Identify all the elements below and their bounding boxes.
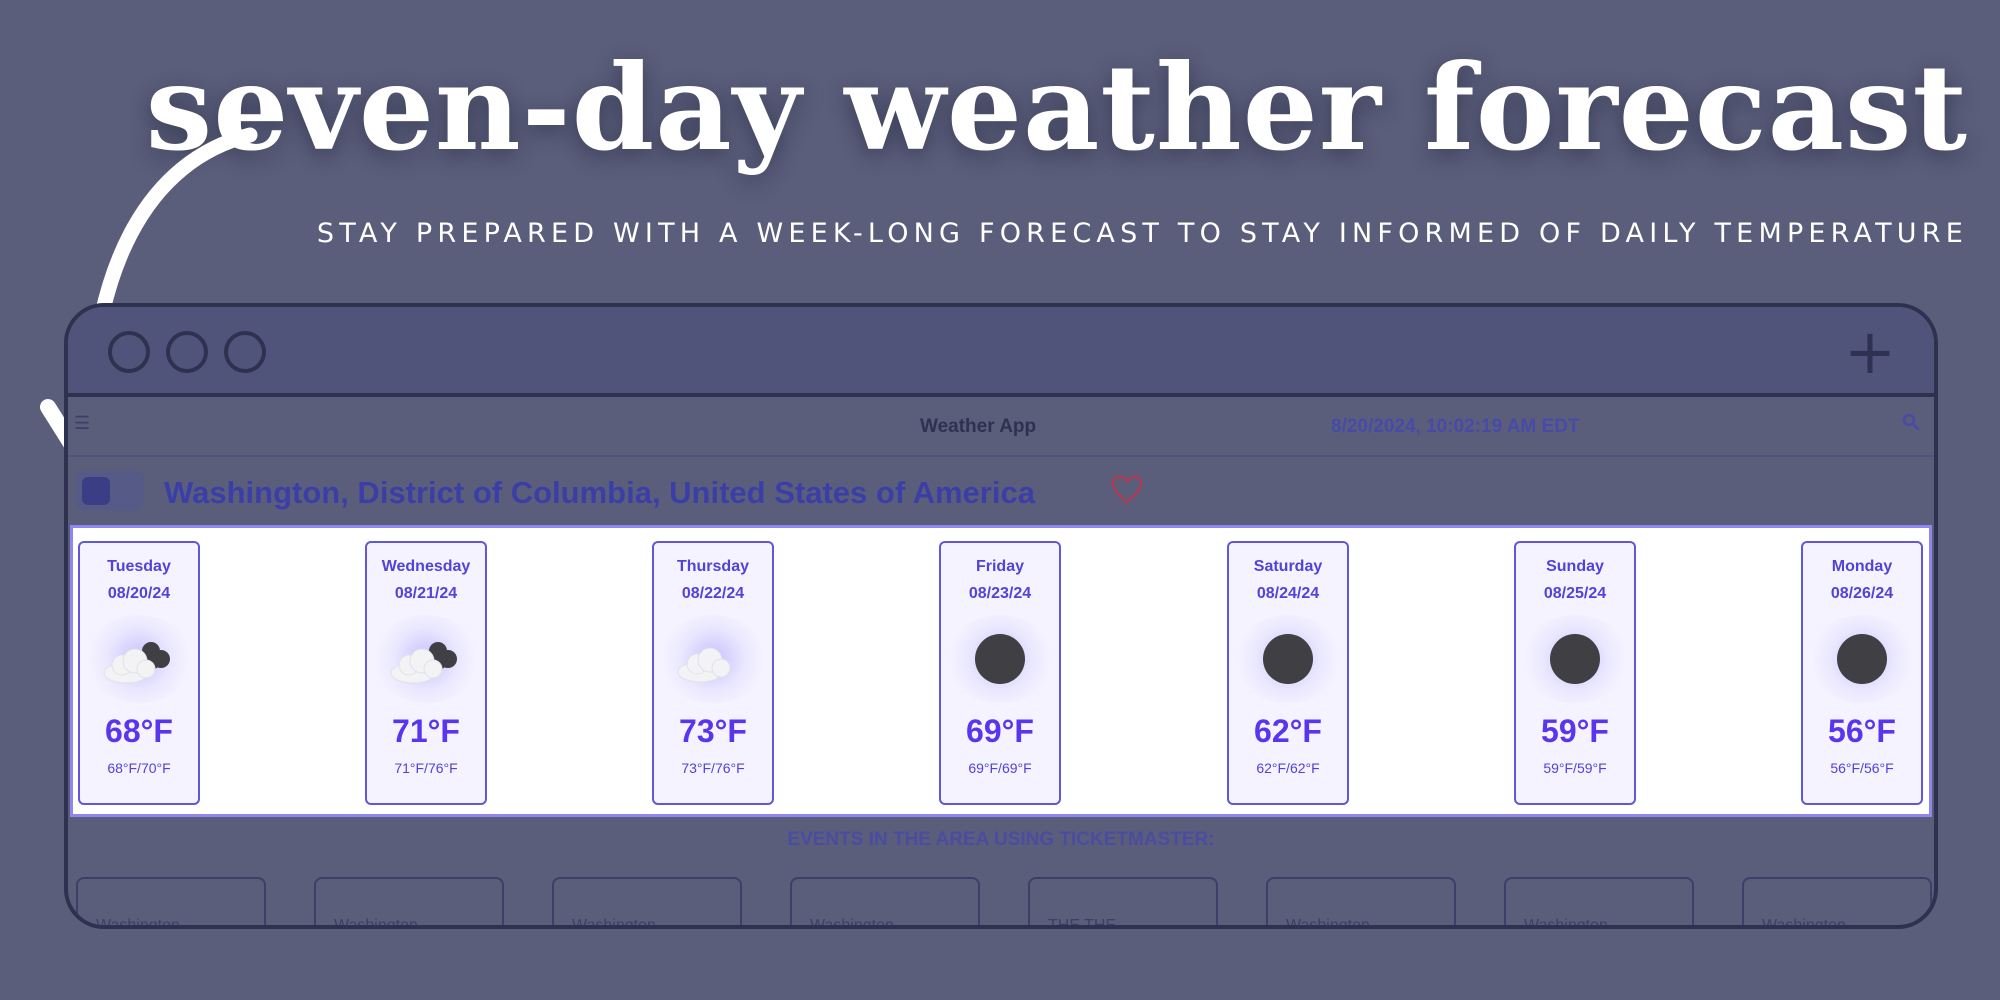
current-temperature: 73°F — [679, 713, 747, 749]
forecast-day-card[interactable]: Monday 08/26/24 56°F 56°F/56°F — [1801, 541, 1923, 805]
current-temperature: 56°F — [1828, 713, 1896, 749]
moon-icon — [1233, 615, 1343, 703]
moon-icon — [1807, 615, 1917, 703]
window-control-dot[interactable] — [224, 331, 266, 373]
forecast-day-card[interactable]: Tuesday 08/20/24 68°F 68°F/70°F — [78, 541, 200, 805]
cloud-shape — [677, 647, 731, 683]
temperature-range: 68°F/70°F — [107, 760, 171, 776]
search-icon[interactable] — [1902, 413, 1920, 431]
forecast-day-card[interactable]: Friday 08/23/24 69°F 69°F/69°F — [939, 541, 1061, 805]
headline: seven-day weather forecast — [145, 38, 1968, 177]
event-card[interactable]: Washington — [76, 877, 266, 929]
temperature-range: 71°F/76°F — [394, 760, 458, 776]
event-card[interactable]: Washington — [790, 877, 980, 929]
event-card[interactable]: Washington — [552, 877, 742, 929]
event-card-label: Washington — [1524, 917, 1608, 929]
forecast-panel: Tuesday 08/20/24 68°F 68°F/70°F Wednesda… — [70, 525, 1932, 817]
temperature-range: 73°F/76°F — [681, 760, 745, 776]
day-name: Sunday — [1546, 558, 1604, 575]
day-date: 08/26/24 — [1830, 585, 1894, 602]
forecast-day-card[interactable]: Saturday 08/24/24 62°F 62°F/62°F — [1227, 541, 1349, 805]
day-date: 08/21/24 — [394, 585, 458, 602]
browser-title-bar: + — [68, 307, 1934, 397]
forecast-day-card[interactable]: Thursday 08/22/24 73°F 73°F/76°F — [652, 541, 774, 805]
window-control-dot[interactable] — [108, 331, 150, 373]
event-card-label: Washington — [810, 917, 894, 929]
day-name: Tuesday — [107, 558, 171, 575]
moon-shape — [975, 634, 1025, 684]
day-name: Saturday — [1253, 558, 1323, 575]
temperature-range: 62°F/62°F — [1256, 760, 1320, 776]
moon-icon — [945, 615, 1055, 703]
menu-icon[interactable]: ☰ — [74, 413, 90, 434]
event-card-label: Washington — [572, 917, 656, 929]
moon-shape — [1263, 634, 1313, 684]
unit-toggle[interactable] — [76, 471, 144, 511]
current-temperature: 59°F — [1541, 713, 1609, 749]
event-card[interactable]: Washington — [314, 877, 504, 929]
day-name: Friday — [975, 558, 1024, 575]
favorite-heart-icon[interactable] — [1110, 473, 1144, 505]
toggle-knob — [82, 477, 110, 505]
day-date: 08/24/24 — [1256, 585, 1320, 602]
app-header: ☰ Weather App 8/20/2024, 10:02:19 AM EDT — [68, 397, 1934, 457]
event-card[interactable]: Washington — [1266, 877, 1456, 929]
location-name: Washington, District of Columbia, United… — [164, 475, 1035, 510]
event-card[interactable]: Washington — [1742, 877, 1932, 929]
day-date: 08/20/24 — [107, 585, 171, 602]
moon-icon — [1520, 615, 1630, 703]
cloud-shape — [103, 642, 170, 684]
event-card-label: Washington — [1762, 917, 1846, 929]
day-name: Thursday — [676, 558, 749, 575]
forecast-day-card[interactable]: Sunday 08/25/24 59°F 59°F/59°F — [1514, 541, 1636, 805]
event-card-label: THE THE — [1048, 917, 1117, 929]
partly-cloudy-night-icon — [84, 615, 194, 703]
partly-cloudy-night-icon — [371, 615, 481, 703]
current-temperature: 69°F — [966, 713, 1034, 749]
current-temperature: 62°F — [1254, 713, 1322, 749]
browser-window: + ☰ Weather App 8/20/2024, 10:02:19 AM E… — [64, 303, 1938, 929]
event-card-label: Washington — [96, 917, 180, 929]
forecast-day-card[interactable]: Wednesday 08/21/24 71°F 71°F/76°F — [365, 541, 487, 805]
day-name: Monday — [1831, 558, 1893, 575]
events-title: EVENTS IN THE AREA USING TICKETMASTER: — [787, 829, 1215, 850]
event-card-label: Washington — [1286, 917, 1370, 929]
new-tab-button[interactable]: + — [1844, 321, 1896, 383]
event-card[interactable]: Washington — [1504, 877, 1694, 929]
day-date: 08/23/24 — [968, 585, 1032, 602]
location-row: Washington, District of Columbia, United… — [68, 457, 1934, 525]
current-temperature: 71°F — [392, 713, 460, 749]
moon-shape — [1837, 634, 1887, 684]
current-temperature: 68°F — [105, 713, 173, 749]
app-title: Weather App — [920, 416, 1037, 437]
moon-shape — [1550, 634, 1600, 684]
event-card[interactable]: THE THE — [1028, 877, 1218, 929]
day-date: 08/22/24 — [681, 585, 745, 602]
cloud-icon — [658, 615, 768, 703]
current-datetime: 8/20/2024, 10:02:19 AM EDT — [1331, 416, 1580, 437]
temperature-range: 59°F/59°F — [1543, 760, 1607, 776]
temperature-range: 69°F/69°F — [968, 760, 1032, 776]
day-name: Wednesday — [381, 558, 471, 575]
window-control-dot[interactable] — [166, 331, 208, 373]
event-card-label: Washington — [334, 917, 418, 929]
day-date: 08/25/24 — [1543, 585, 1607, 602]
subheadline: STAY PREPARED WITH A WEEK-LONG FORECAST … — [316, 218, 1968, 249]
temperature-range: 56°F/56°F — [1830, 760, 1894, 776]
cloud-shape — [390, 642, 457, 684]
